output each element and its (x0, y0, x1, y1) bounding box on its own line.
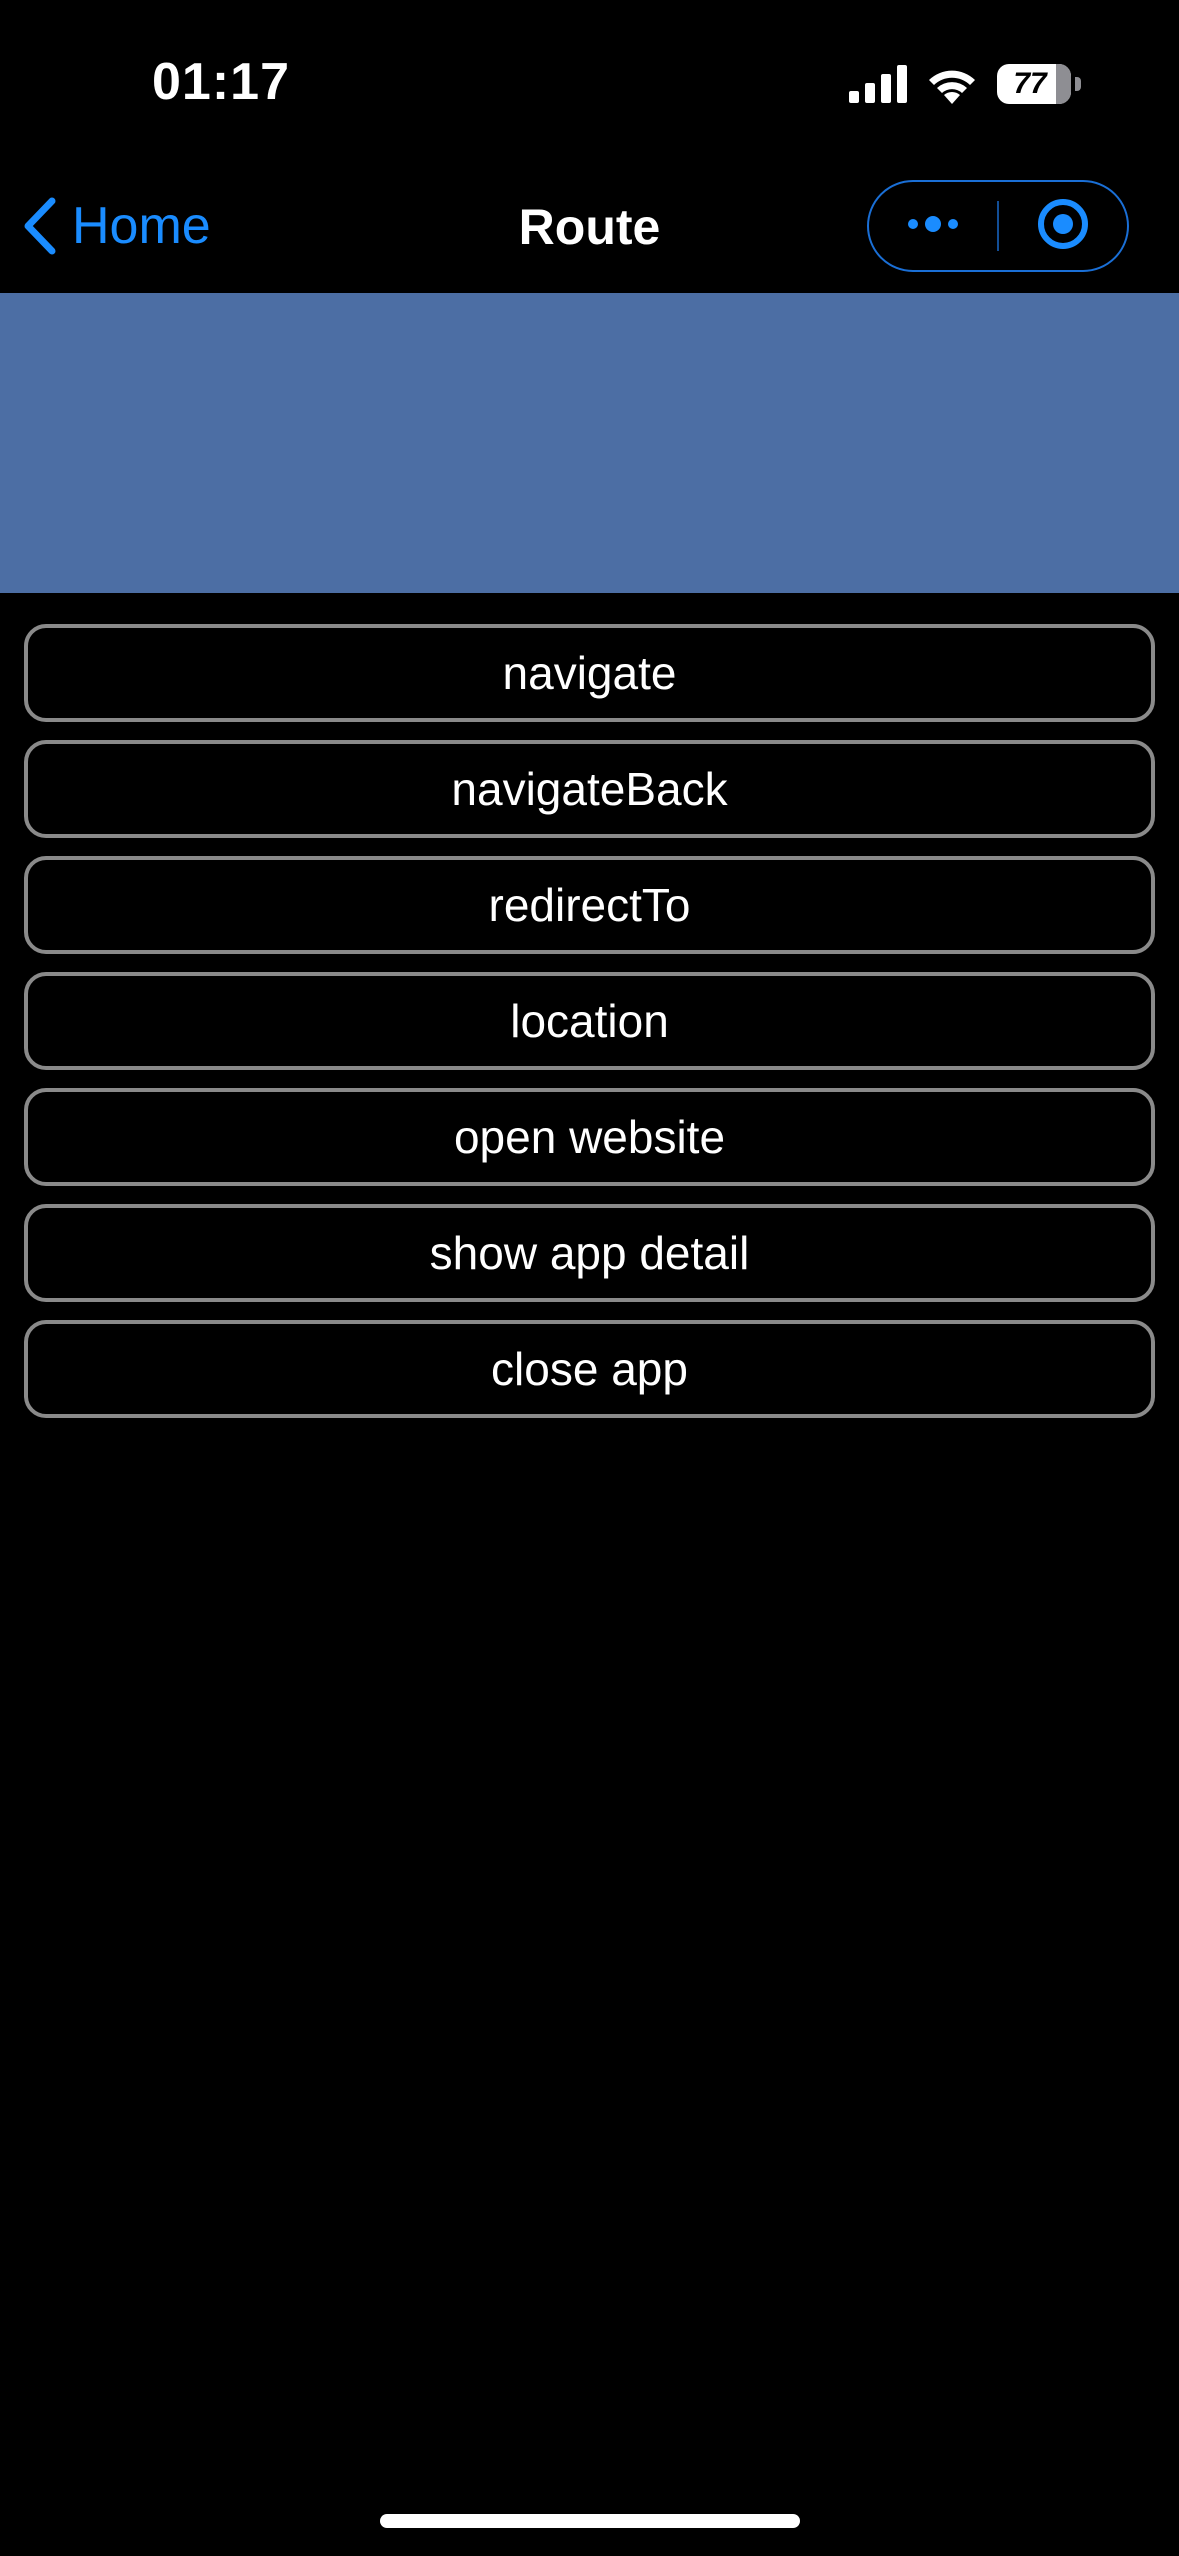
mini-program-capsule (867, 180, 1129, 272)
navigate-button[interactable]: navigate (24, 624, 1155, 722)
cellular-signal-icon (849, 65, 907, 103)
close-miniprogram-button[interactable] (999, 182, 1127, 270)
show-app-detail-button[interactable]: show app detail (24, 1204, 1155, 1302)
status-time: 01:17 (152, 53, 290, 111)
battery-cap (1075, 77, 1081, 91)
battery-icon: 77 (997, 64, 1071, 104)
navigate-back-button[interactable]: navigateBack (24, 740, 1155, 838)
redirect-to-button[interactable]: redirectTo (24, 856, 1155, 954)
home-indicator[interactable] (380, 2514, 800, 2528)
status-icons: 77 (849, 64, 1081, 104)
location-button[interactable]: location (24, 972, 1155, 1070)
more-dots-icon (905, 214, 961, 239)
route-button-list: navigate navigateBack redirectTo locatio… (24, 624, 1155, 1436)
more-button[interactable] (869, 182, 997, 270)
nav-bar: Home Route (0, 160, 1179, 293)
close-app-button[interactable]: close app (24, 1320, 1155, 1418)
open-website-button[interactable]: open website (24, 1088, 1155, 1186)
header-banner (0, 293, 1179, 593)
wifi-icon (925, 64, 979, 104)
status-bar: 01:17 77 (0, 0, 1179, 160)
target-close-icon (1036, 197, 1090, 256)
capsule-divider (997, 201, 999, 251)
battery-level: 77 (1013, 67, 1047, 100)
